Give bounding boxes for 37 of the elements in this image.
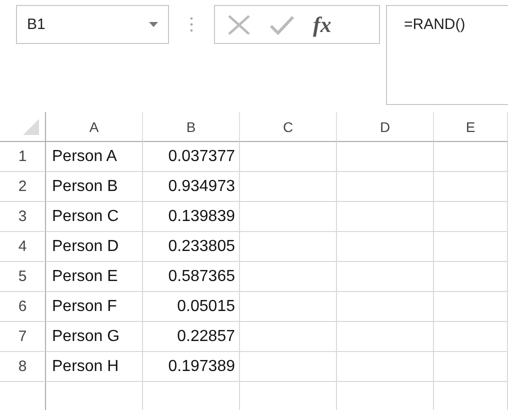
table-cell: Person F xyxy=(46,292,143,322)
table-cell: Person D xyxy=(46,232,143,262)
formula-field[interactable]: =RAND() xyxy=(386,5,508,105)
table-cell: 0.05015 xyxy=(143,292,240,322)
table-cell: Person H xyxy=(46,352,143,382)
row-header[interactable]: 4 xyxy=(0,232,46,262)
column-header[interactable]: D xyxy=(337,112,434,142)
column-header[interactable]: B xyxy=(143,112,240,142)
table-cell: Person C xyxy=(46,202,143,232)
name-box[interactable]: B1 xyxy=(16,5,169,44)
checkmark-icon[interactable] xyxy=(269,14,295,34)
table-cell: Person A xyxy=(46,142,143,172)
column-header[interactable]: E xyxy=(434,112,508,142)
table-cell: Person B xyxy=(46,172,143,202)
row-header[interactable]: 7 xyxy=(0,322,46,352)
row-header[interactable]: 6 xyxy=(0,292,46,322)
row-header[interactable]: 5 xyxy=(0,262,46,292)
table-cell: 0.934973 xyxy=(143,172,240,202)
table-cell: 0.233805 xyxy=(143,232,240,262)
table-cell: Person E xyxy=(46,262,143,292)
row-header[interactable]: 3 xyxy=(0,202,46,232)
row-header[interactable]: 2 xyxy=(0,172,46,202)
row-header[interactable]: 1 xyxy=(0,142,46,172)
column-header[interactable]: C xyxy=(240,112,337,142)
table-cell: 0.139839 xyxy=(143,202,240,232)
select-all-icon[interactable] xyxy=(23,119,39,135)
table-cell: 0.197389 xyxy=(143,352,240,382)
table-cell: 0.587365 xyxy=(143,262,240,292)
insert-function-button[interactable]: fx xyxy=(313,12,332,38)
table-cell: 0.037377 xyxy=(143,142,240,172)
row-header[interactable]: 8 xyxy=(0,352,46,382)
dropdown-caret-icon[interactable] xyxy=(149,22,158,27)
table-cell: 0.22857 xyxy=(143,322,240,352)
grip-dots-icon xyxy=(190,17,193,32)
cancel-icon[interactable] xyxy=(227,14,251,34)
column-header[interactable]: A xyxy=(46,112,143,142)
table-cell: Person G xyxy=(46,322,143,352)
